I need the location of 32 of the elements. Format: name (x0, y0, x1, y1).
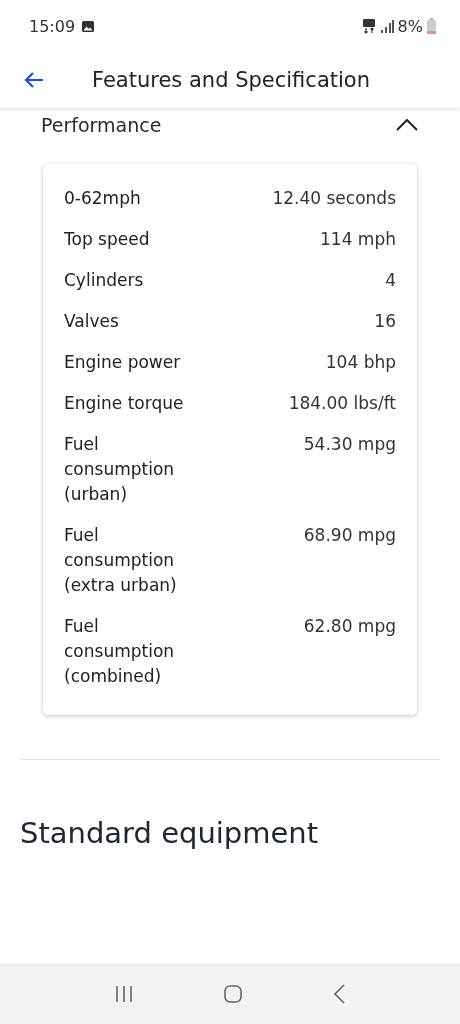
spec-value: 4 (385, 269, 396, 292)
spec-value: 16 (374, 310, 396, 333)
home-icon[interactable] (223, 983, 243, 1004)
section-title: Performance (41, 114, 162, 136)
gallery-icon (81, 19, 96, 33)
spec-label: Cylinders (64, 269, 144, 292)
signal-icon (379, 19, 394, 33)
spec-label: Engine torque (64, 392, 184, 415)
spec-label: Fuel consumption (combined) (64, 615, 176, 688)
spec-value: 62.80 mpg (303, 615, 396, 638)
battery-percentage: 8% (397, 16, 423, 36)
battery-icon (427, 18, 436, 34)
section-heading: Standard equipment (20, 816, 320, 850)
spec-value: 104 bhp (325, 351, 396, 374)
recent-apps-icon[interactable] (114, 983, 135, 1004)
spec-label: Fuel consumption (urban) (64, 433, 176, 506)
back-arrow-icon (24, 72, 44, 88)
spec-value: 12.40 seconds (272, 187, 396, 210)
back-icon[interactable] (331, 982, 346, 1005)
spec-label: 0-62mph (64, 187, 141, 210)
spec-label: Engine power (64, 351, 181, 374)
spec-label: Fuel consumption (extra urban) (64, 524, 178, 597)
spec-value: 184.00 lbs/ft (288, 392, 396, 415)
spec-value: 68.90 mpg (303, 524, 396, 547)
network-5g-icon (361, 18, 376, 34)
status-time: 15:09 (29, 16, 76, 36)
page-title: Features and Specification (92, 68, 370, 92)
spec-label: Valves (64, 310, 119, 333)
spec-value: 114 mph (320, 228, 396, 251)
section-header[interactable]: Performance (20, 108, 440, 138)
spec-value: 54.30 mpg (303, 433, 396, 456)
spec-label: Top speed (64, 228, 150, 251)
